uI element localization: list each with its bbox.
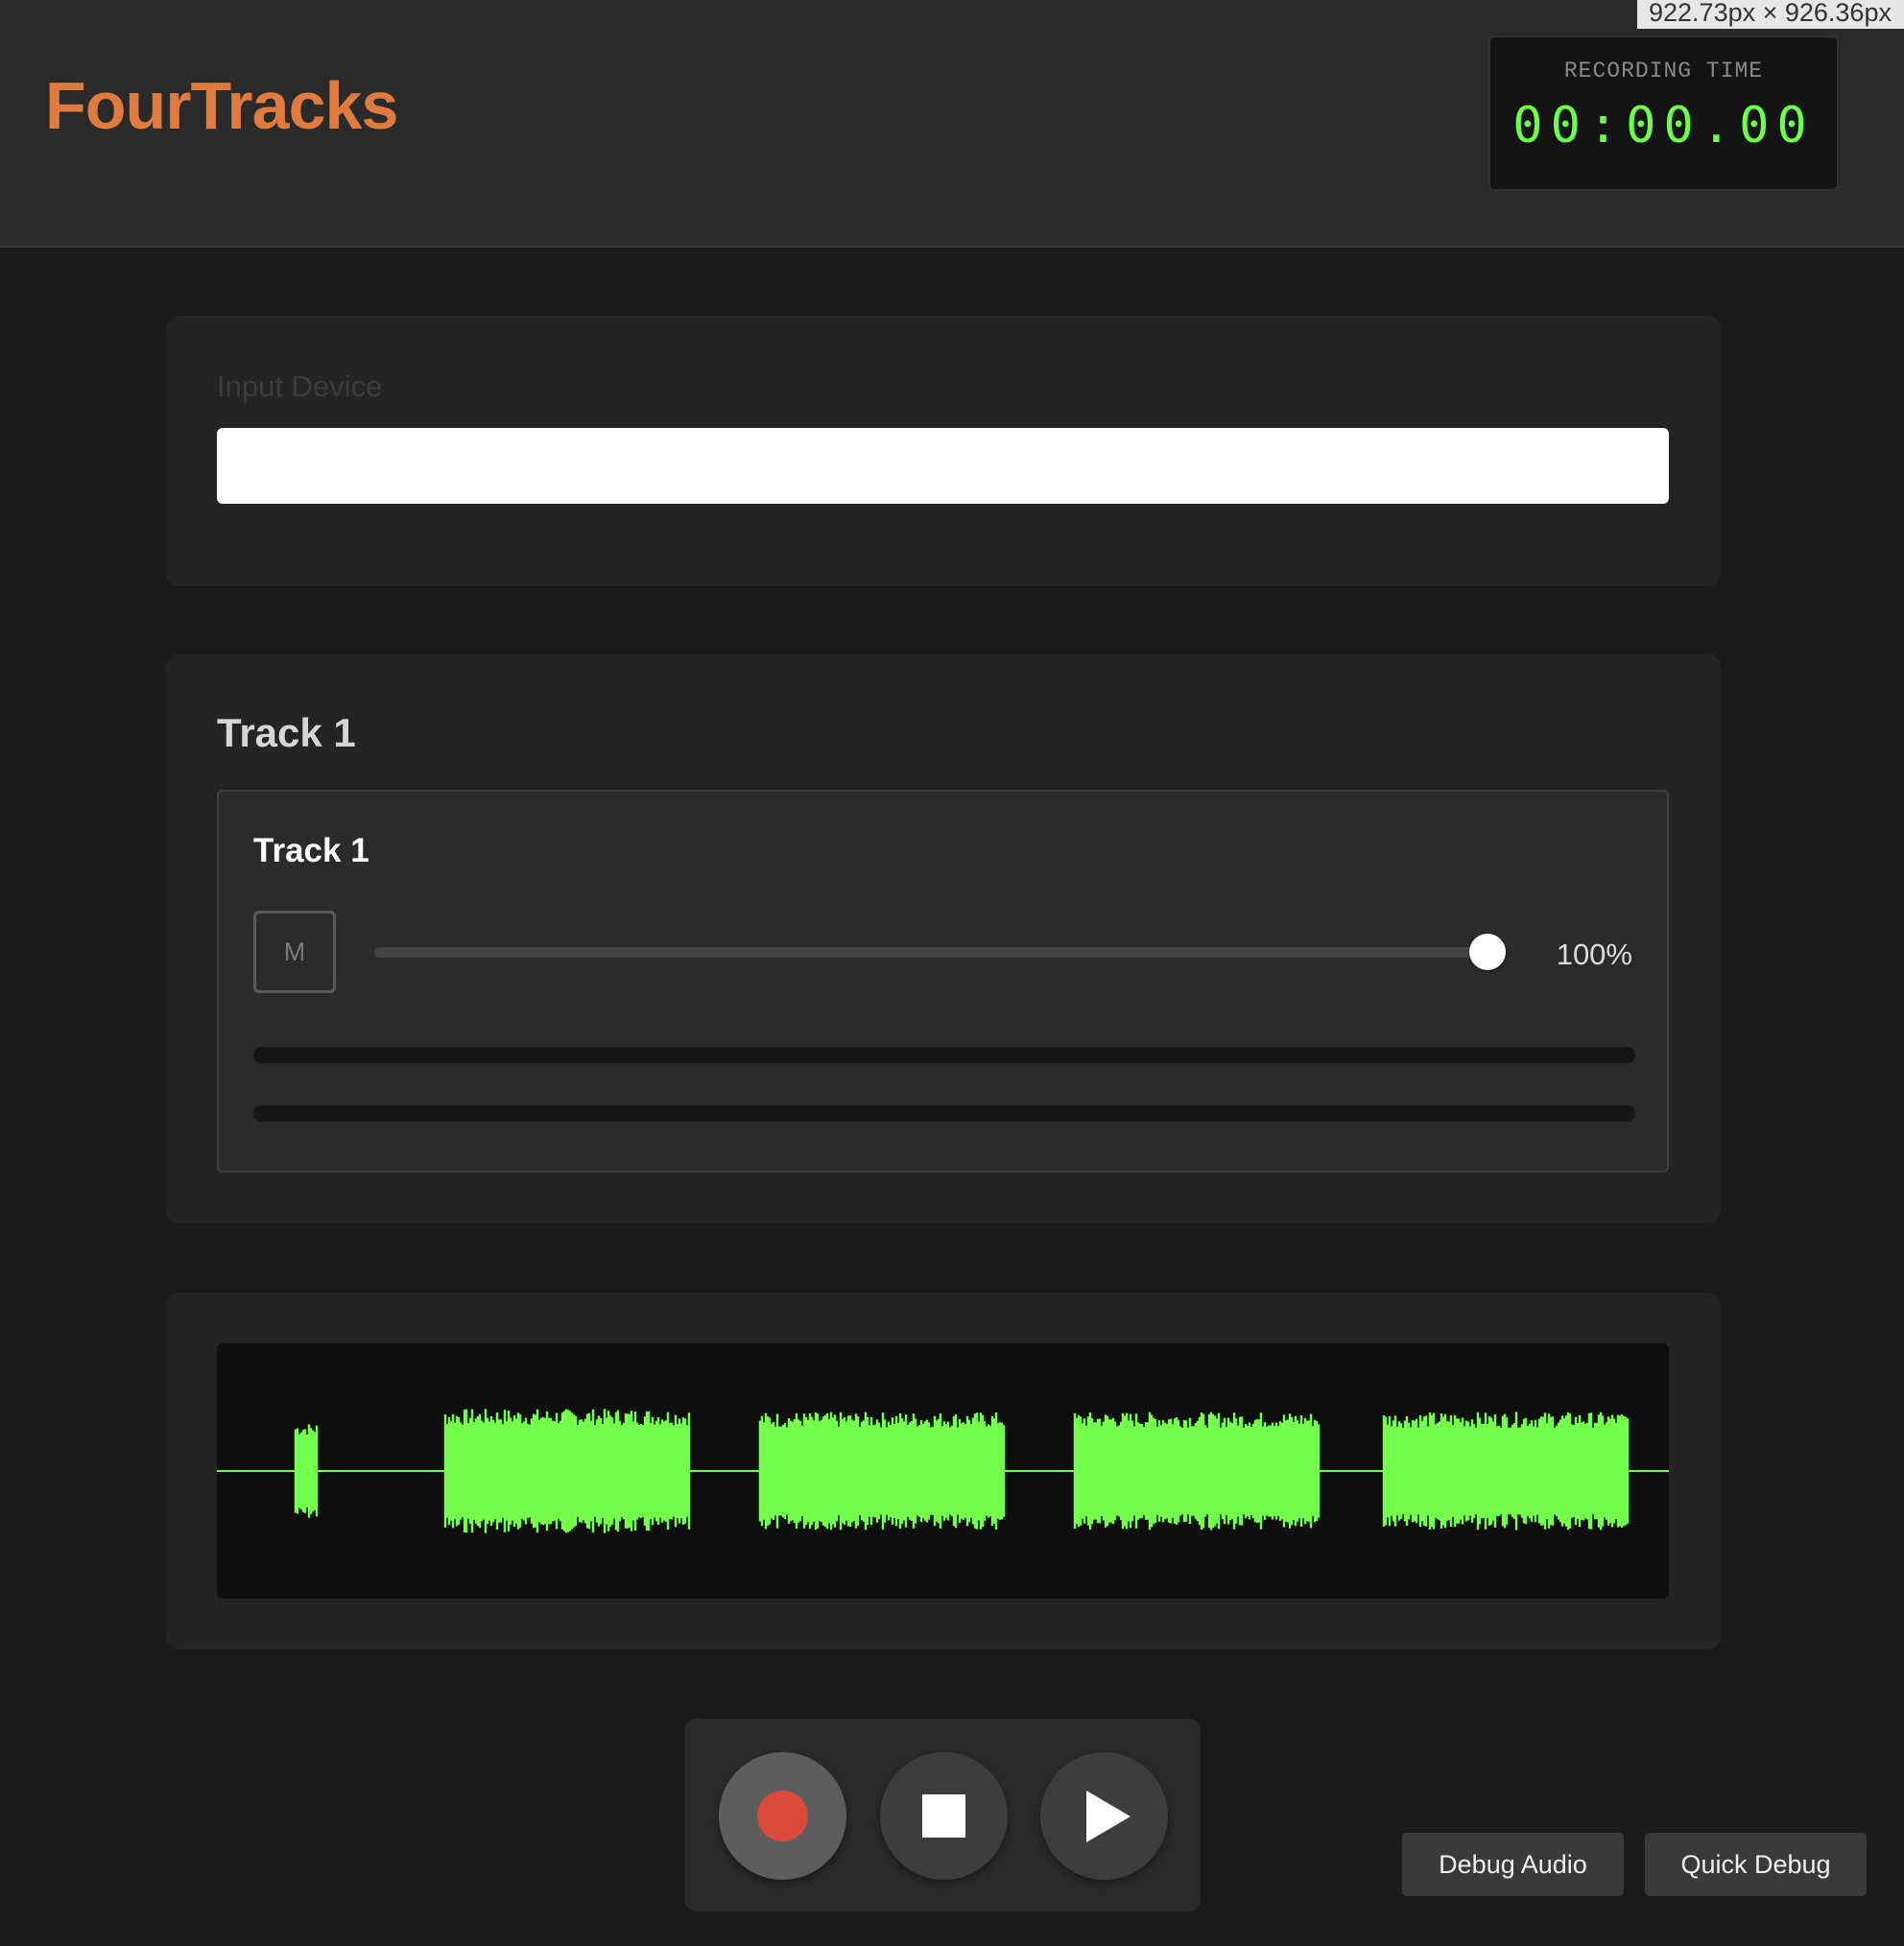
waveform-burst <box>1073 1412 1321 1531</box>
stop-button[interactable] <box>880 1752 1008 1880</box>
waveform-burst <box>294 1424 319 1518</box>
volume-value: 100% <box>1556 937 1632 971</box>
waveform-svg <box>217 1409 1669 1533</box>
track-name: Track 1 <box>253 832 369 869</box>
timer-value: 00:00.00 <box>1512 97 1815 154</box>
app-logo: FourTracks <box>45 68 398 143</box>
level-meter-right <box>253 1105 1635 1122</box>
mute-button[interactable]: M <box>253 911 336 993</box>
dimensions-badge: 922.73px × 926.36px <box>1637 0 1904 29</box>
waveform-display <box>217 1343 1669 1599</box>
stop-icon <box>922 1794 965 1838</box>
debug-audio-button[interactable]: Debug Audio <box>1402 1833 1624 1896</box>
play-icon <box>1086 1791 1130 1842</box>
waveform-panel <box>166 1293 1721 1649</box>
app-header: FourTracks RECORDING TIME 00:00.00 <box>0 0 1904 248</box>
volume-slider-thumb[interactable] <box>1469 934 1506 970</box>
input-device-select[interactable] <box>217 428 1669 504</box>
waveform-burst <box>443 1409 691 1533</box>
transport-controls <box>685 1719 1201 1911</box>
level-meter-left <box>253 1047 1635 1063</box>
waveform-burst <box>758 1412 1006 1531</box>
record-icon <box>757 1791 808 1841</box>
track-card: Track 1 M 100% <box>217 790 1669 1173</box>
input-device-panel: Input Device <box>166 316 1721 586</box>
track-panel: Track 1 Track 1 M 100% <box>166 654 1721 1223</box>
record-button[interactable] <box>719 1752 846 1880</box>
input-device-label: Input Device <box>217 369 383 403</box>
track-section-heading: Track 1 <box>217 710 356 755</box>
recording-timer: RECORDING TIME 00:00.00 <box>1488 36 1839 191</box>
volume-slider-track[interactable] <box>374 947 1506 958</box>
quick-debug-button[interactable]: Quick Debug <box>1645 1833 1867 1896</box>
waveform-burst <box>1382 1412 1630 1531</box>
play-button[interactable] <box>1040 1752 1168 1880</box>
timer-label: RECORDING TIME <box>1563 59 1764 83</box>
